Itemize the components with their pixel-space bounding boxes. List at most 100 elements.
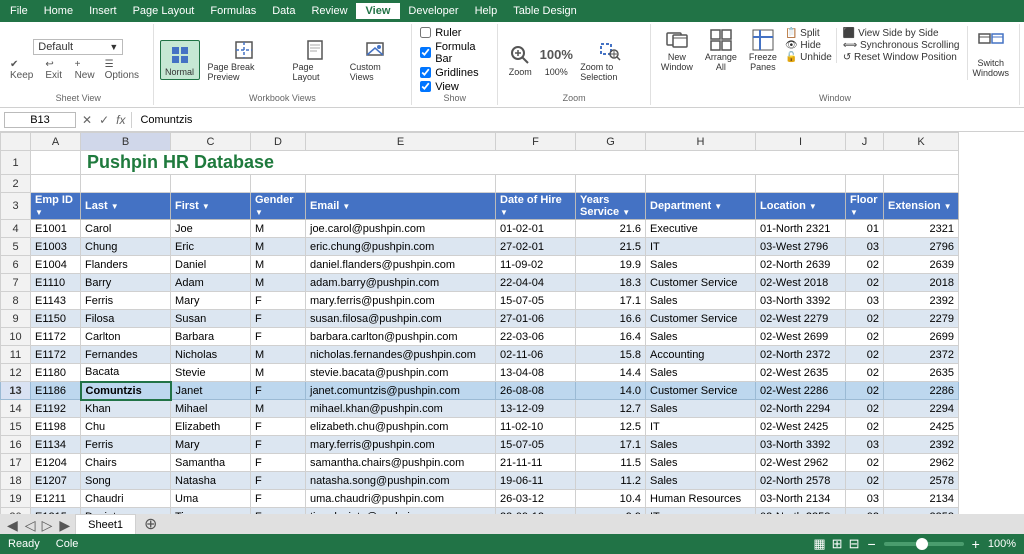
- cell-a1[interactable]: [31, 151, 81, 175]
- cell[interactable]: Barry: [81, 274, 171, 292]
- cell[interactable]: samantha.chairs@pushpin.com: [306, 454, 496, 472]
- cell[interactable]: Sales: [646, 400, 756, 418]
- cell[interactable]: 03: [846, 238, 884, 256]
- cell[interactable]: 14.4: [576, 364, 646, 382]
- cell[interactable]: 02: [846, 346, 884, 364]
- col-email[interactable]: Email ▼: [306, 193, 496, 220]
- cell[interactable]: 15.8: [576, 346, 646, 364]
- cell[interactable]: 19-06-11: [496, 472, 576, 490]
- cell[interactable]: E1003: [31, 238, 81, 256]
- cell[interactable]: Fernandes: [81, 346, 171, 364]
- cell[interactable]: F: [251, 310, 306, 328]
- cell[interactable]: F: [251, 454, 306, 472]
- cell[interactable]: 2392: [884, 292, 959, 310]
- normal-view-btn[interactable]: Normal: [160, 40, 200, 80]
- cell[interactable]: 03: [846, 490, 884, 508]
- cell[interactable]: elizabeth.chu@pushpin.com: [306, 418, 496, 436]
- cell[interactable]: F: [251, 472, 306, 490]
- col-header-i[interactable]: I: [756, 133, 846, 151]
- new-btn[interactable]: + New: [75, 59, 101, 81]
- cell[interactable]: 11.5: [576, 454, 646, 472]
- cell[interactable]: Uma: [171, 490, 251, 508]
- col-dept[interactable]: Department ▼: [646, 193, 756, 220]
- cell[interactable]: 2392: [884, 436, 959, 454]
- cell[interactable]: 02: [846, 274, 884, 292]
- cell[interactable]: 02: [846, 364, 884, 382]
- cell[interactable]: stevie.bacata@pushpin.com: [306, 364, 496, 382]
- cell[interactable]: Khan: [81, 400, 171, 418]
- arrange-all-btn[interactable]: Arrange All: [701, 26, 741, 74]
- cell[interactable]: Customer Service: [646, 274, 756, 292]
- cell[interactable]: 12.5: [576, 418, 646, 436]
- cell[interactable]: M: [251, 400, 306, 418]
- cell[interactable]: [576, 175, 646, 193]
- cell[interactable]: Barbara: [171, 328, 251, 346]
- cell[interactable]: 11-09-02: [496, 256, 576, 274]
- sheet-nav-left[interactable]: ◀: [4, 517, 21, 534]
- cell[interactable]: 17.1: [576, 436, 646, 454]
- cell[interactable]: [81, 175, 171, 193]
- cell[interactable]: [884, 175, 959, 193]
- cell[interactable]: Sales: [646, 472, 756, 490]
- col-last[interactable]: Last ▼: [81, 193, 171, 220]
- cell[interactable]: 11.2: [576, 472, 646, 490]
- cell[interactable]: 03-North 3392: [756, 292, 846, 310]
- cell[interactable]: 22-04-04: [496, 274, 576, 292]
- cell[interactable]: Executive: [646, 220, 756, 238]
- cell[interactable]: 13-12-09: [496, 400, 576, 418]
- col-years[interactable]: Years Service ▼: [576, 193, 646, 220]
- cell[interactable]: Accounting: [646, 346, 756, 364]
- cell-b13-selected[interactable]: Comuntzis: [81, 382, 171, 400]
- cell[interactable]: 2578: [884, 472, 959, 490]
- cell[interactable]: 02-West 2635: [756, 364, 846, 382]
- cell[interactable]: 03-West 2796: [756, 238, 846, 256]
- new-window-btn[interactable]: New Window: [657, 26, 697, 74]
- hide-btn[interactable]: 👁 Hide: [785, 40, 832, 51]
- reset-window-btn[interactable]: ↺ Reset Window Position: [843, 52, 960, 63]
- cancel-formula-btn[interactable]: ✕: [80, 113, 94, 127]
- cell[interactable]: 15-07-05: [496, 292, 576, 310]
- cell[interactable]: Customer Service: [646, 382, 756, 400]
- cell[interactable]: F: [251, 490, 306, 508]
- cell[interactable]: 03-North 3392: [756, 436, 846, 454]
- cell[interactable]: Sales: [646, 328, 756, 346]
- cell[interactable]: [251, 175, 306, 193]
- cell[interactable]: 01-North 2321: [756, 220, 846, 238]
- cell[interactable]: barbara.carlton@pushpin.com: [306, 328, 496, 346]
- cell[interactable]: [171, 175, 251, 193]
- cell[interactable]: 16.4: [576, 328, 646, 346]
- cell[interactable]: 2962: [884, 454, 959, 472]
- sheet-nav-left2[interactable]: ◁: [23, 517, 38, 534]
- cell[interactable]: Ferris: [81, 292, 171, 310]
- ruler-checkbox[interactable]: Ruler: [420, 27, 489, 39]
- exit-btn[interactable]: ↩ Exit: [45, 59, 70, 81]
- col-header-a[interactable]: A: [31, 133, 81, 151]
- cell[interactable]: Chu: [81, 418, 171, 436]
- cell[interactable]: E1134: [31, 436, 81, 454]
- cell[interactable]: 2372: [884, 346, 959, 364]
- formula-input[interactable]: [136, 112, 1020, 128]
- page-break-btn[interactable]: Page Break Preview: [204, 36, 285, 84]
- cell[interactable]: 02-North 2372: [756, 346, 846, 364]
- cell[interactable]: 02: [846, 418, 884, 436]
- cell[interactable]: E1207: [31, 472, 81, 490]
- cell[interactable]: 01-02-01: [496, 220, 576, 238]
- cell[interactable]: Joe: [171, 220, 251, 238]
- col-header-f[interactable]: F: [496, 133, 576, 151]
- cell[interactable]: Ferris: [81, 436, 171, 454]
- cell[interactable]: IT: [646, 238, 756, 256]
- cell[interactable]: M: [251, 274, 306, 292]
- col-loc[interactable]: Location ▼: [756, 193, 846, 220]
- col-header-j[interactable]: J: [846, 133, 884, 151]
- cell[interactable]: 02: [846, 310, 884, 328]
- cell[interactable]: 11-02-10: [496, 418, 576, 436]
- cell[interactable]: susan.filosa@pushpin.com: [306, 310, 496, 328]
- cell[interactable]: E1204: [31, 454, 81, 472]
- cell[interactable]: Customer Service: [646, 310, 756, 328]
- keep-btn[interactable]: ✔ Keep: [10, 59, 41, 81]
- insert-function-btn[interactable]: fx: [114, 113, 127, 127]
- cell[interactable]: 27-02-01: [496, 238, 576, 256]
- cell[interactable]: 02: [846, 400, 884, 418]
- cell[interactable]: Filosa: [81, 310, 171, 328]
- cell[interactable]: adam.barry@pushpin.com: [306, 274, 496, 292]
